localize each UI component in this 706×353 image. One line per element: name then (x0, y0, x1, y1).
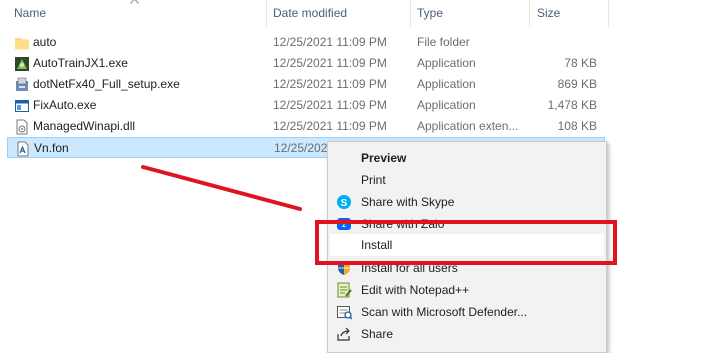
file-size: 869 KB (557, 77, 597, 91)
file-row[interactable]: FixAuto.exe 12/25/2021 11:09 PM Applicat… (7, 95, 605, 116)
file-type: File folder (417, 35, 470, 49)
file-row[interactable]: AutoTrainJX1.exe 12/25/2021 11:09 PM App… (7, 53, 605, 74)
share-icon (337, 327, 350, 341)
column-size[interactable]: Size (537, 6, 560, 20)
window-icon (15, 100, 29, 112)
file-type: Application (417, 56, 476, 70)
exe-icon (15, 57, 29, 71)
column-type[interactable]: Type (417, 6, 443, 20)
sort-ascending-icon[interactable] (130, 0, 139, 4)
menu-item-label: Scan with Microsoft Defender... (361, 305, 528, 319)
dll-icon (16, 119, 28, 135)
file-date: 12/25/2021 11:09 PM (273, 56, 387, 70)
column-divider[interactable] (266, 0, 267, 27)
file-row[interactable]: ManagedWinapi.dll 12/25/2021 11:09 PM Ap… (7, 116, 605, 137)
file-row[interactable]: dotNetFx40_Full_setup.exe 12/25/2021 11:… (7, 74, 605, 95)
folder-icon (15, 38, 29, 50)
file-name: dotNetFx40_Full_setup.exe (33, 77, 180, 91)
menu-item-preview[interactable]: Preview (328, 147, 606, 169)
column-date-modified[interactable]: Date modified (273, 6, 347, 20)
column-name[interactable]: Name (14, 6, 46, 20)
menu-item-label: Print (361, 173, 386, 187)
svg-text:S: S (341, 198, 348, 209)
file-name: ManagedWinapi.dll (33, 119, 136, 133)
column-divider[interactable] (529, 0, 530, 27)
file-date: 12/25/2021 11:09 PM (273, 35, 387, 49)
file-date: 12/25/2021 11:09 PM (273, 119, 387, 133)
file-size: 108 KB (557, 119, 597, 133)
file-date: 12/25/2021 11:09 PM (273, 77, 387, 91)
file-row[interactable]: auto 12/25/2021 11:09 PM File folder (7, 32, 605, 53)
file-date: 12/25/2021 11:09 PM (273, 98, 387, 112)
file-date: 12/25/202 (274, 141, 328, 155)
column-divider[interactable] (608, 0, 609, 27)
menu-item-label: Preview (361, 151, 407, 165)
notepad-plus-plus-icon (337, 282, 352, 298)
menu-item-share[interactable]: Share (328, 323, 606, 345)
defender-icon (337, 306, 352, 320)
menu-item-scan-defender[interactable]: Scan with Microsoft Defender... (328, 301, 606, 323)
column-divider[interactable] (410, 0, 411, 27)
menu-item-label: Share with Skype (361, 195, 455, 209)
menu-item-print[interactable]: Print (328, 169, 606, 191)
file-size: 1,478 KB (547, 98, 597, 112)
annotation-highlight-box (315, 220, 617, 265)
setup-icon (16, 77, 28, 91)
file-type: Application exten... (417, 119, 519, 133)
file-name: FixAuto.exe (33, 98, 97, 112)
menu-item-label: Share (361, 327, 394, 341)
file-type: Application (417, 77, 476, 91)
font-file-icon (17, 141, 29, 157)
file-name: Vn.fon (34, 141, 69, 155)
file-type: Application (417, 98, 476, 112)
file-name: auto (33, 35, 57, 49)
menu-item-edit-notepad[interactable]: Edit with Notepad++ (328, 279, 606, 301)
column-header: Name Date modified Type Size (0, 0, 706, 27)
file-name: AutoTrainJX1.exe (33, 56, 128, 70)
skype-icon: S (337, 195, 351, 209)
file-size: 78 KB (564, 56, 597, 70)
menu-item-label: Edit with Notepad++ (361, 283, 470, 297)
menu-item-share-skype[interactable]: S Share with Skype (328, 191, 606, 213)
